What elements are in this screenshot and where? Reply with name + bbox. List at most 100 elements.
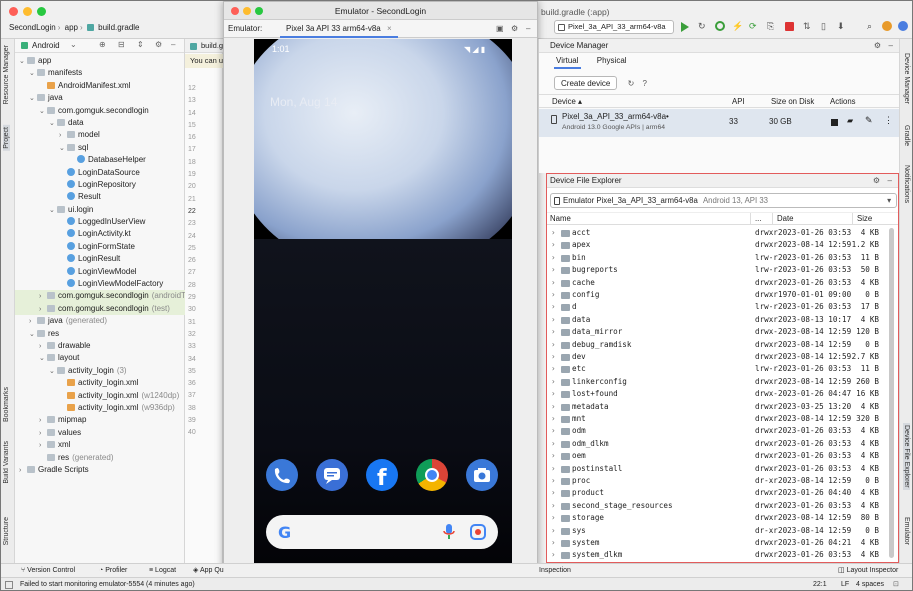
file-expand-icon[interactable]: › — [551, 339, 556, 351]
file-row[interactable]: › acct drwxr 2023-01-26 03:53 4 KB — [547, 227, 883, 239]
breadcrumb-module[interactable]: app — [65, 23, 78, 32]
tree-item[interactable]: ⌄ ui.login — [15, 204, 185, 216]
google-search-bar[interactable]: G — [266, 515, 498, 549]
column-permissions[interactable]: ... — [750, 213, 762, 225]
lens-icon[interactable] — [470, 524, 486, 540]
file-expand-icon[interactable]: › — [551, 401, 556, 413]
file-row[interactable]: › bugreports lrw-r 2023-01-26 03:53 50 B — [547, 264, 883, 276]
file-row[interactable]: › d lrw-r 2023-01-26 03:53 17 B — [547, 301, 883, 313]
file-expand-icon[interactable]: › — [551, 363, 556, 375]
tree-item[interactable]: › model — [15, 129, 185, 141]
bookmarks-tab[interactable]: Bookmarks — [3, 387, 10, 422]
emulator-tab[interactable]: Emulator — [903, 517, 910, 545]
tree-item[interactable]: ⌄ manifests — [15, 67, 185, 79]
device-manager-tab[interactable]: Device Manager — [903, 53, 910, 104]
expand-icon[interactable]: ⇕ — [137, 40, 144, 49]
file-row[interactable]: › proc dr-xr 2023-08-14 12:59 0 B — [547, 475, 883, 487]
file-row[interactable]: › mnt drwxr 2023-08-14 12:59 320 B — [547, 413, 883, 425]
add-icon[interactable]: ⊕ — [99, 40, 106, 49]
phone-screen[interactable]: 1:01 ◥ ◢ ▮ Mon, Aug 14 f G — [254, 39, 512, 579]
file-row[interactable]: › dev drwxr 2023-08-14 12:59 2.7 KB — [547, 351, 883, 363]
file-row[interactable]: › data_mirror drwx- 2023-08-14 12:59 120 B — [547, 326, 883, 338]
tree-item[interactable]: ⌄ sql — [15, 142, 185, 154]
tree-item[interactable]: LoginRepository — [15, 179, 185, 191]
folder-icon[interactable]: ▰ — [847, 116, 853, 125]
resource-manager-tab[interactable]: Resource Manager — [3, 45, 10, 105]
file-row[interactable]: › cache drwxr 2023-01-26 03:53 4 KB — [547, 277, 883, 289]
version-control-tab[interactable]: ⑂ Version Control — [21, 564, 75, 578]
file-row[interactable]: › second_stage_resources drwxr 2023-01-26 0… — [547, 500, 883, 512]
device-file-explorer-tab[interactable]: Device File Explorer — [903, 423, 910, 490]
stop-device-icon[interactable] — [831, 119, 838, 126]
tree-item[interactable]: AndroidManifest.xml — [15, 80, 185, 92]
file-row[interactable]: › etc lrw-r 2023-01-26 03:53 11 B — [547, 363, 883, 375]
profiler-tab[interactable]: ◔ Profiler — [99, 564, 127, 578]
project-tab[interactable]: Project — [3, 125, 10, 151]
file-expand-icon[interactable]: › — [551, 376, 556, 388]
notifications-tab[interactable]: Notifications — [903, 165, 910, 203]
tree-item[interactable]: LoginResult — [15, 253, 185, 265]
build-variants-tab[interactable]: Build Variants — [3, 441, 10, 484]
file-expand-icon[interactable]: › — [551, 252, 556, 264]
updates-icon[interactable] — [882, 21, 892, 31]
device-dropdown[interactable]: Emulator Pixel_3a_API_33_arm64-v8a Andro… — [550, 193, 897, 208]
file-row[interactable]: › apex drwxr 2023-08-14 12:59 1.2 KB — [547, 239, 883, 251]
file-row[interactable]: › system_dlkm drwxr 2023-01-26 03:53 4 KB — [547, 549, 883, 561]
camera-app-icon[interactable] — [466, 459, 498, 491]
apply-changes-icon[interactable]: ⟳ — [749, 21, 759, 31]
device-manager-icon[interactable]: ▯ — [821, 21, 831, 31]
tree-item[interactable]: ⌄ data — [15, 117, 185, 129]
collapse-all-icon[interactable]: ⊟ — [118, 40, 125, 49]
gradle-tab[interactable]: Gradle — [903, 125, 910, 146]
tab-virtual[interactable]: Virtual — [554, 53, 581, 69]
tree-item[interactable]: ⌄ layout — [15, 352, 185, 364]
file-list-scrollbar[interactable] — [889, 228, 894, 558]
close-tab-icon[interactable]: × — [387, 24, 392, 33]
project-view-selector[interactable]: Android — [32, 41, 60, 50]
status-message[interactable]: Failed to start monitoring emulator-5554… — [20, 578, 195, 590]
file-row[interactable]: › linkerconfig drwxr 2023-08-14 12:59 260 B — [547, 376, 883, 388]
file-row[interactable]: › bin lrw-r 2023-01-26 03:53 11 B — [547, 252, 883, 264]
zoom-emulator-button[interactable] — [255, 7, 263, 15]
indent-setting[interactable]: 4 spaces — [856, 578, 884, 590]
chevron-down-icon[interactable]: ⌄ — [70, 40, 77, 49]
layout-inspector-tab[interactable]: ◫ Layout Inspector — [838, 564, 898, 578]
file-row[interactable]: › postinstall drwxr 2023-01-26 03:53 4 KB — [547, 463, 883, 475]
file-expand-icon[interactable]: › — [551, 463, 556, 475]
tree-item[interactable]: › java (generated) — [15, 315, 185, 327]
tree-item[interactable]: LoginActivity.kt — [15, 228, 185, 240]
column-device[interactable]: Device ▴ — [552, 95, 582, 108]
more-actions-icon[interactable]: ⋮ — [884, 115, 893, 126]
stop-icon[interactable] — [785, 22, 794, 31]
hide-panel-icon[interactable]: – — [888, 174, 892, 188]
file-expand-icon[interactable]: › — [551, 438, 556, 450]
file-row[interactable]: › oem drwxr 2023-01-26 03:53 4 KB — [547, 450, 883, 462]
tree-item[interactable]: LoginFormState — [15, 241, 185, 253]
file-expand-icon[interactable]: › — [551, 413, 556, 425]
messages-app-icon[interactable] — [316, 459, 348, 491]
chevron-right-icon[interactable]: › — [19, 465, 27, 477]
column-api[interactable]: API — [732, 95, 745, 108]
device-row[interactable]: Pixel_3a_API_33_arm64-v8a • Android 13.0… — [539, 109, 900, 137]
rerun-icon[interactable]: ↻ — [698, 21, 708, 31]
file-expand-icon[interactable]: › — [551, 549, 556, 561]
breadcrumb-file[interactable]: build.gradle — [98, 23, 139, 32]
tree-item[interactable]: LoggedInUserView — [15, 216, 185, 228]
logcat-tab[interactable]: ≡ Logcat — [149, 564, 176, 578]
app-quality-tab[interactable]: ◈ App Qu — [193, 564, 224, 578]
tree-item[interactable]: › mipmap — [15, 414, 185, 426]
refresh-icon[interactable]: ↻ — [628, 79, 635, 88]
file-row[interactable]: › odm_dlkm drwxr 2023-01-26 03:53 4 KB — [547, 438, 883, 450]
profile-icon[interactable]: ⚡ — [732, 21, 743, 31]
status-panel-icon[interactable] — [5, 581, 13, 589]
sdk-manager-icon[interactable]: ⬇ — [837, 21, 847, 31]
emulator-device-tab[interactable]: Pixel 3a API 33 arm64-v8a × — [280, 20, 398, 38]
gear-icon[interactable]: ⚙ — [874, 39, 881, 53]
window-mode-icon[interactable]: ▣ — [496, 20, 504, 38]
tree-item[interactable]: res (generated) — [15, 452, 185, 464]
gear-icon[interactable]: ⚙ — [511, 20, 518, 38]
minimize-emulator-button[interactable] — [243, 7, 251, 15]
file-expand-icon[interactable]: › — [551, 264, 556, 276]
file-expand-icon[interactable]: › — [551, 326, 556, 338]
column-size[interactable]: Size — [852, 213, 872, 225]
